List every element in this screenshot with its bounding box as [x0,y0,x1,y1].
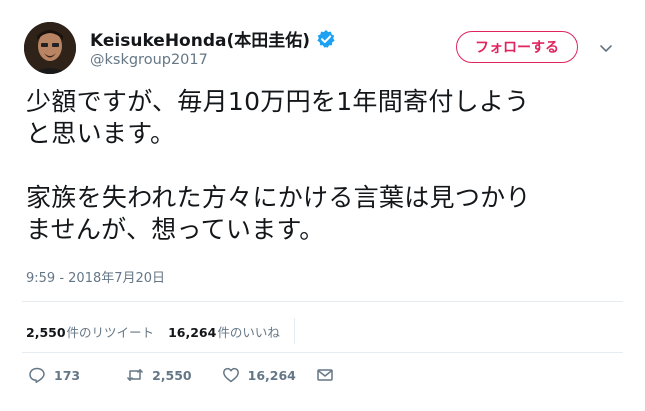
reply-count: 173 [54,367,81,383]
like-button[interactable]: 16,264 [222,366,296,384]
like-stat-count: 16,264 [168,324,217,340]
like-stat-label: 件のいいね [217,324,280,340]
display-name[interactable]: KeisukeHonda(本田圭佑) [90,26,310,51]
heart-icon [222,367,239,383]
retweet-stat[interactable]: 2,550 件のリツイート [26,322,154,341]
chevron-down-icon[interactable] [596,38,616,58]
verified-badge-icon [316,29,336,49]
follow-button[interactable]: フォローする [456,31,578,63]
name-row: KeisukeHonda(本田圭佑) [90,26,336,51]
divider [22,301,623,302]
divider [22,352,623,353]
retweet-button[interactable]: 2,550 [126,366,192,384]
envelope-icon [317,369,333,381]
retweet-icon [127,369,144,381]
stats-separator [293,318,295,344]
tweet-actions: 173 2,550 16,264 [28,366,366,384]
retweet-count: 2,550 [152,367,192,383]
reply-button[interactable]: 173 [28,366,80,384]
like-count: 16,264 [247,367,296,383]
like-stat[interactable]: 16,264 件のいいね [168,322,280,341]
user-handle[interactable]: @kskgroup2017 [90,52,208,68]
tweet-stats: 2,550 件のリツイート 16,264 件のいいね [26,318,295,344]
tweet-timestamp[interactable]: 9:59 - 2018年7月20日 [26,267,165,286]
tweet-card: KeisukeHonda(本田圭佑) @kskgroup2017 フォローする … [0,0,645,411]
tweet-text: 少額ですが、毎月10万円を1年間寄付しよう と思います。 家族を失われた方々にか… [26,87,531,244]
avatar[interactable] [24,22,76,74]
retweet-stat-count: 2,550 [26,324,66,340]
retweet-stat-label: 件のリツイート [66,324,155,340]
reply-icon [29,367,45,383]
direct-message-button[interactable] [316,366,342,384]
